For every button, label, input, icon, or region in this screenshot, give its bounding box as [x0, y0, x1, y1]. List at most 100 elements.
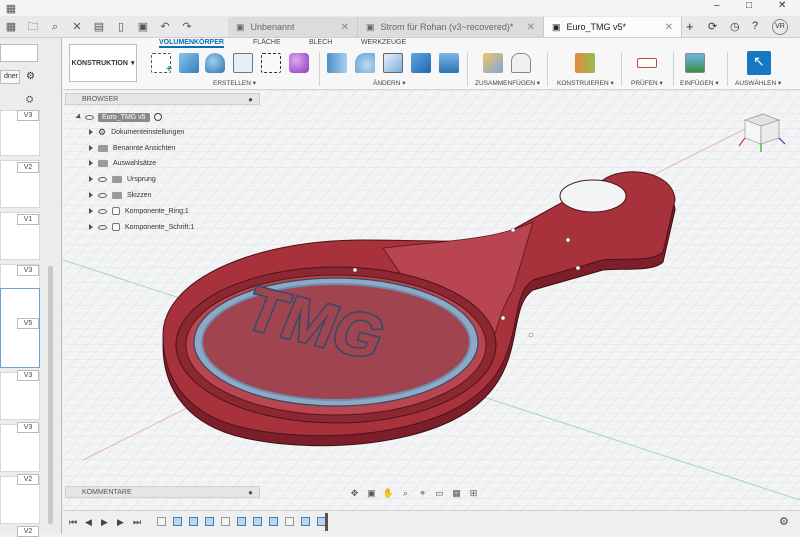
- joint-icon[interactable]: [511, 53, 531, 73]
- group-pruefen[interactable]: PRÜFEN ▾: [631, 79, 663, 87]
- browser-pin-icon[interactable]: ●: [248, 95, 253, 104]
- document-tab-strom[interactable]: ▣ Strom für Rohan (v3~recovered)* ✕: [358, 17, 544, 37]
- browser-item-benannte-ansichten[interactable]: Benannte Ansichten: [89, 141, 175, 155]
- folder-icon[interactable]: 🗀: [26, 20, 40, 34]
- add-comment-icon[interactable]: ●: [248, 488, 253, 497]
- box-icon[interactable]: [261, 53, 281, 73]
- search-icon[interactable]: ⌕: [48, 20, 62, 34]
- offset-plane-icon[interactable]: [575, 53, 595, 73]
- expand-icon[interactable]: [75, 113, 83, 121]
- job-status-icon[interactable]: ⟳: [708, 20, 717, 33]
- group-aendern[interactable]: ÄNDERN ▾: [373, 79, 406, 87]
- undo-icon[interactable]: ↶: [158, 20, 172, 34]
- display-settings-icon[interactable]: ▭: [433, 488, 446, 499]
- browser-item-komponente-schrift[interactable]: Komponente_Schrift:1: [89, 220, 194, 234]
- press-pull-icon[interactable]: [327, 53, 347, 73]
- comments-panel[interactable]: KOMMENTARE ●: [65, 486, 260, 498]
- document-tab-unbenannt[interactable]: ▣ Unbenannt ✕: [228, 17, 358, 37]
- expand-icon[interactable]: [89, 145, 93, 151]
- group-zusammenfuegen[interactable]: ZUSAMMENFÜGEN ▾: [475, 79, 540, 87]
- tab-flaeche[interactable]: FLÄCHE: [253, 39, 281, 46]
- measure-icon[interactable]: [637, 58, 657, 68]
- group-einfuegen[interactable]: EINFÜGEN ▾: [680, 79, 719, 87]
- version-badge[interactable]: V3: [17, 110, 39, 121]
- document-tab-euro-tmg[interactable]: ▣ Euro_TMG v5* ✕: [544, 17, 682, 37]
- tab-werkzeuge[interactable]: WERKZEUGE: [361, 39, 406, 46]
- tab-volumenkoerper[interactable]: VOLUMENKÖRPER: [159, 39, 224, 48]
- browser-item-ursprung[interactable]: Ursprung: [89, 172, 156, 186]
- version-badge[interactable]: V1: [17, 214, 39, 225]
- ring-hole[interactable]: [559, 179, 627, 213]
- browser-header[interactable]: BROWSER ●: [65, 93, 260, 105]
- browser-item-auswahlsaetze[interactable]: Auswahlsätze: [89, 156, 156, 170]
- version-badge[interactable]: V2: [17, 474, 39, 485]
- new-folder-button[interactable]: dner: [0, 70, 20, 84]
- visibility-icon[interactable]: [98, 224, 107, 230]
- pan-icon[interactable]: ✋: [382, 488, 395, 499]
- group-konstruieren[interactable]: KONSTRUIEREN ▾: [557, 79, 614, 87]
- timeline-feature[interactable]: [285, 517, 294, 526]
- maximize-button[interactable]: □: [746, 0, 752, 11]
- zoom-icon[interactable]: ⌕: [399, 488, 412, 499]
- previous-step-icon[interactable]: ◀: [85, 517, 92, 528]
- redo-icon[interactable]: ↷: [180, 20, 194, 34]
- grid-icon[interactable]: ▤: [92, 20, 106, 34]
- form-icon[interactable]: [289, 53, 309, 73]
- cloud-settings-icon[interactable]: ⛭: [26, 94, 33, 105]
- close-tab-icon[interactable]: ✕: [527, 22, 535, 33]
- insert-image-icon[interactable]: [685, 53, 705, 73]
- browser-root[interactable]: Euro_TMG v5: [75, 110, 162, 124]
- viewports-icon[interactable]: ⊞: [467, 488, 480, 499]
- grid-settings-icon[interactable]: ▦: [450, 488, 463, 499]
- expand-icon[interactable]: [89, 129, 93, 135]
- version-badge[interactable]: V5: [17, 318, 39, 329]
- close-window-button[interactable]: ✕: [778, 0, 786, 11]
- browser-item-skizzen[interactable]: Skizzen: [89, 188, 152, 202]
- timeline-feature[interactable]: [189, 517, 198, 526]
- activate-icon[interactable]: [153, 113, 162, 121]
- timeline-feature[interactable]: [221, 517, 230, 526]
- gear-icon[interactable]: ⚙: [26, 71, 35, 82]
- user-avatar[interactable]: VR: [772, 19, 788, 35]
- expand-icon[interactable]: [89, 192, 93, 198]
- split-body-icon[interactable]: [439, 53, 459, 73]
- visibility-icon[interactable]: [98, 176, 107, 182]
- data-panel-scrollbar[interactable]: [48, 266, 53, 524]
- clock-icon[interactable]: ◷: [730, 20, 740, 33]
- help-icon[interactable]: ?: [752, 20, 758, 32]
- data-panel-search[interactable]: [0, 44, 38, 62]
- visibility-icon[interactable]: [98, 192, 107, 198]
- version-badge[interactable]: V3: [17, 265, 39, 276]
- timeline-feature[interactable]: [173, 517, 182, 526]
- play-icon[interactable]: ▶: [101, 517, 108, 528]
- visibility-icon[interactable]: [98, 208, 107, 214]
- timeline-feature[interactable]: [237, 517, 246, 526]
- timeline-feature[interactable]: [205, 517, 214, 526]
- shell-icon[interactable]: [383, 53, 403, 73]
- browser-item-komponente-ring[interactable]: Komponente_Ring:1: [89, 204, 189, 218]
- expand-icon[interactable]: [89, 208, 93, 214]
- first-step-icon[interactable]: ⏮: [69, 517, 77, 528]
- version-badge[interactable]: V3: [17, 422, 39, 433]
- orbit-icon[interactable]: ✥: [348, 488, 361, 499]
- combine-icon[interactable]: [411, 53, 431, 73]
- expand-icon[interactable]: [89, 176, 93, 182]
- root-component[interactable]: Euro_TMG v5: [98, 112, 150, 122]
- select-arrow-icon[interactable]: ↖: [747, 51, 771, 75]
- visibility-icon[interactable]: [85, 114, 94, 120]
- last-step-icon[interactable]: ⏭: [133, 517, 141, 528]
- look-at-icon[interactable]: ▣: [365, 488, 378, 499]
- close-tab-icon[interactable]: ✕: [665, 22, 673, 33]
- close-tab-icon[interactable]: ✕: [341, 22, 349, 33]
- fillet-icon[interactable]: [355, 53, 375, 73]
- version-badge[interactable]: V3: [17, 370, 39, 381]
- new-component-icon[interactable]: [483, 53, 503, 73]
- workspace-selector[interactable]: KONSTRUKTION ▾: [69, 44, 137, 82]
- group-erstellen[interactable]: ERSTELLEN ▾: [213, 79, 256, 87]
- group-auswaehlen[interactable]: AUSWÄHLEN ▾: [735, 79, 781, 87]
- data-panel-icon[interactable]: ▦: [4, 20, 18, 34]
- expand-icon[interactable]: [89, 224, 93, 230]
- timeline-feature[interactable]: [157, 517, 166, 526]
- close-icon[interactable]: ✕: [70, 20, 84, 34]
- minimize-button[interactable]: –: [714, 0, 720, 11]
